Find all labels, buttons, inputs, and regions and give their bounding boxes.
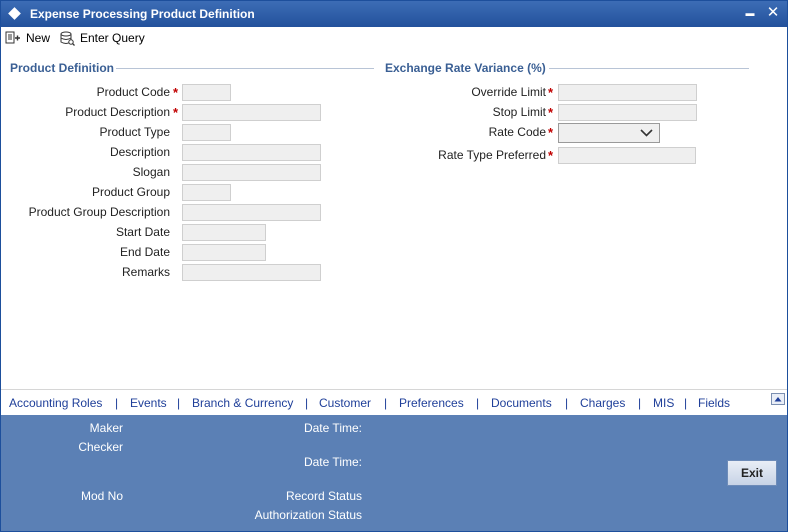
tab-separator: | xyxy=(384,396,388,410)
record-status-label: Record Status xyxy=(285,489,362,503)
rate-code-select[interactable] xyxy=(558,123,660,143)
title-bar: Expense Processing Product Definition ▬ … xyxy=(1,1,787,27)
tab-charges[interactable]: Charges xyxy=(580,396,625,410)
override-limit-required-mark: * xyxy=(548,85,554,100)
authorization-status-label: Authorization Status xyxy=(254,508,362,522)
product-description-input[interactable] xyxy=(182,104,321,121)
minimize-button[interactable]: ▬ xyxy=(741,3,759,23)
query-database-icon xyxy=(60,31,75,46)
description-input[interactable] xyxy=(182,144,321,161)
subsystem-tab-strip: Accounting Roles | Events | Branch & Cur… xyxy=(1,389,787,416)
slogan-label: Slogan xyxy=(132,165,170,179)
main-window: Expense Processing Product Definition ▬ … xyxy=(0,0,788,532)
product-description-required-mark: * xyxy=(173,105,179,120)
rate-type-preferred-label: Rate Type Preferred xyxy=(438,148,546,162)
chevron-down-icon xyxy=(640,129,653,137)
product-group-description-label: Product Group Description xyxy=(28,205,170,219)
tab-fields[interactable]: Fields xyxy=(698,396,730,410)
exchange-rate-variance-divider xyxy=(549,68,749,69)
window-diamond-icon xyxy=(8,7,21,20)
end-date-input[interactable] xyxy=(182,244,266,261)
product-code-label: Product Code xyxy=(96,85,170,99)
tab-separator: | xyxy=(305,396,309,410)
product-definition-divider xyxy=(116,68,374,69)
product-group-description-input[interactable] xyxy=(182,204,321,221)
tab-separator: | xyxy=(115,396,119,410)
product-code-required-mark: * xyxy=(173,85,179,100)
close-button[interactable]: ✕ xyxy=(764,3,782,23)
product-type-label: Product Type xyxy=(99,125,171,139)
tab-customer[interactable]: Customer xyxy=(319,396,371,410)
tab-separator: | xyxy=(565,396,569,410)
tab-preferences[interactable]: Preferences xyxy=(399,396,464,410)
stop-limit-required-mark: * xyxy=(548,105,554,120)
tab-mis[interactable]: MIS xyxy=(653,396,674,410)
enter-query-button[interactable]: Enter Query xyxy=(59,29,145,47)
new-button-label: New xyxy=(26,31,51,45)
window-title: Expense Processing Product Definition xyxy=(30,7,255,21)
audit-footer: Maker Checker Date Time: Date Time: Mod … xyxy=(1,415,787,531)
checker-label: Checker xyxy=(78,440,123,454)
product-code-input[interactable] xyxy=(182,84,231,101)
collapse-button[interactable] xyxy=(771,393,785,405)
tab-accounting-roles[interactable]: Accounting Roles xyxy=(9,396,102,410)
product-group-label: Product Group xyxy=(91,185,170,199)
tab-separator: | xyxy=(684,396,688,410)
description-label: Description xyxy=(109,145,170,159)
tab-separator: | xyxy=(638,396,642,410)
enter-query-label: Enter Query xyxy=(80,31,145,45)
tab-separator: | xyxy=(177,396,181,410)
triangle-up-icon xyxy=(774,397,782,402)
new-document-icon xyxy=(5,31,20,44)
mod-no-label: Mod No xyxy=(80,489,123,503)
rate-type-preferred-input[interactable] xyxy=(558,147,696,164)
rate-code-label: Rate Code xyxy=(488,125,546,139)
maker-label: Maker xyxy=(89,421,123,435)
exchange-rate-variance-heading: Exchange Rate Variance (%) xyxy=(385,61,546,75)
stop-limit-input[interactable] xyxy=(558,104,697,121)
slogan-input[interactable] xyxy=(182,164,321,181)
remarks-input[interactable] xyxy=(182,264,321,281)
tab-branch-currency[interactable]: Branch & Currency xyxy=(192,396,293,410)
override-limit-label: Override Limit xyxy=(471,85,546,99)
toolbar: New Enter Query xyxy=(1,27,787,49)
rate-type-preferred-required-mark: * xyxy=(548,148,554,163)
product-description-label: Product Description xyxy=(65,105,170,119)
product-group-input[interactable] xyxy=(182,184,231,201)
maker-date-time-label: Date Time: xyxy=(303,421,362,435)
new-button[interactable]: New xyxy=(5,29,50,47)
start-date-input[interactable] xyxy=(182,224,266,241)
stop-limit-label: Stop Limit xyxy=(492,105,546,119)
start-date-label: Start Date xyxy=(115,225,170,239)
checker-date-time-label: Date Time: xyxy=(303,455,362,469)
tab-events[interactable]: Events xyxy=(130,396,167,410)
end-date-label: End Date xyxy=(119,245,170,259)
remarks-label: Remarks xyxy=(121,265,170,279)
product-definition-heading: Product Definition xyxy=(10,61,114,75)
tab-separator: | xyxy=(476,396,480,410)
tab-documents[interactable]: Documents xyxy=(491,396,552,410)
rate-code-required-mark: * xyxy=(548,125,554,140)
product-type-input[interactable] xyxy=(182,124,231,141)
override-limit-input[interactable] xyxy=(558,84,697,101)
exit-button[interactable]: Exit xyxy=(727,460,777,486)
